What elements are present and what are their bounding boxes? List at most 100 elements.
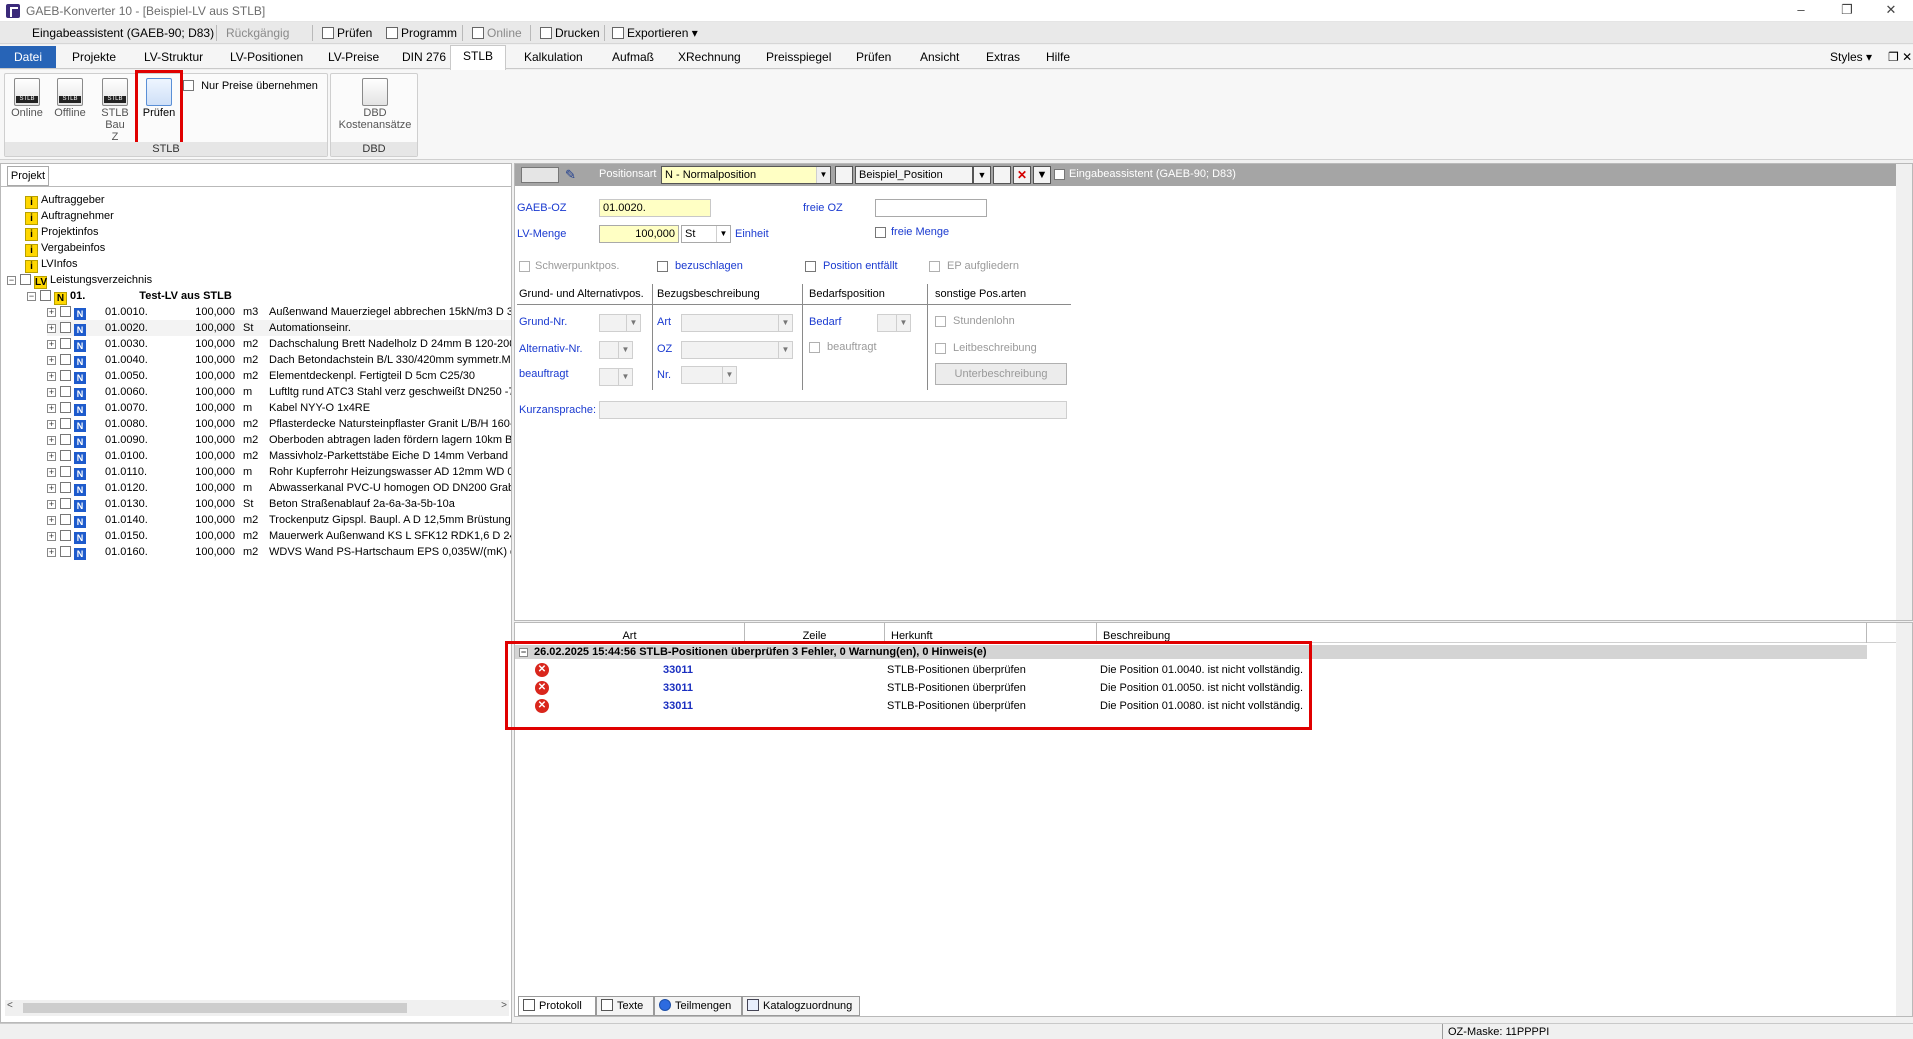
expand-icon[interactable]: +: [47, 404, 56, 413]
delete-icon[interactable]: ✕: [1013, 166, 1031, 184]
tab-datei[interactable]: Datei: [0, 46, 57, 68]
bedarf-select[interactable]: ▼: [877, 314, 911, 332]
expand-icon[interactable]: +: [47, 356, 56, 365]
tab-ansicht[interactable]: Ansicht: [912, 47, 967, 68]
positionsart-select[interactable]: N - Normalposition ▼: [661, 166, 831, 184]
freie-oz-input[interactable]: [875, 199, 987, 217]
tab-stlb[interactable]: STLB: [450, 45, 507, 71]
scroll-left-icon[interactable]: <: [7, 1000, 13, 1011]
export-button[interactable]: Exportieren ▾: [608, 24, 702, 42]
tree-checkbox[interactable]: [60, 498, 71, 509]
tab-pruefen[interactable]: Prüfen: [848, 47, 899, 68]
tab-projekte[interactable]: Projekte: [64, 47, 124, 68]
tab-lv-struktur[interactable]: LV-Struktur: [136, 47, 211, 68]
expand-icon[interactable]: +: [47, 388, 56, 397]
undo-button[interactable]: Rückgängig: [222, 24, 293, 42]
tree-checkbox[interactable]: [60, 402, 71, 413]
tree-row-position[interactable]: + N 01.0030. 100,000 m2 Dachschalung Brett Na…: [47, 336, 511, 352]
column-herkunft[interactable]: Herkunft: [885, 623, 1097, 643]
lv-menge-input[interactable]: 100,000: [599, 225, 679, 243]
stlb-bau-z-button[interactable]: STLB STLB Bau Z: [95, 78, 135, 143]
assistant-checkbox[interactable]: [1054, 169, 1065, 180]
tree-checkbox[interactable]: [60, 306, 71, 317]
tree-checkbox[interactable]: [60, 546, 71, 557]
tree-node-leistungsverzeichnis[interactable]: − LV Leistungsverzeichnis: [7, 272, 152, 289]
nr-select[interactable]: ▼: [681, 366, 737, 384]
stlb-offline-button[interactable]: STLB Offline: [49, 78, 91, 119]
expand-icon[interactable]: +: [47, 500, 56, 509]
tab-din-276[interactable]: DIN 276: [394, 47, 454, 68]
vertical-scrollbar[interactable]: [1896, 164, 1912, 620]
expand-icon[interactable]: +: [47, 372, 56, 381]
tree-row-position[interactable]: + N 01.0060. 100,000 m Luftltg rund ATC3 Stah…: [47, 384, 511, 400]
print-button[interactable]: Drucken: [536, 24, 604, 42]
tree-node-auftraggeber[interactable]: i Auftraggeber: [25, 192, 105, 209]
expand-icon[interactable]: +: [47, 468, 56, 477]
expand-icon[interactable]: +: [47, 340, 56, 349]
styles-dropdown[interactable]: Styles ▾: [1822, 47, 1880, 68]
template-select[interactable]: Beispiel_Position: [855, 166, 973, 184]
freie-menge-checkbox[interactable]: [875, 227, 886, 238]
tab-katalogzuordnung[interactable]: Katalogzuordnung: [742, 996, 860, 1016]
tree-row-position[interactable]: + N 01.0110. 100,000 m Rohr Kupferrohr Heizun…: [47, 464, 511, 480]
tree-row-position[interactable]: + N 01.0130. 100,000 St Beton Straßenablauf 2…: [47, 496, 511, 512]
document-icon[interactable]: [835, 166, 853, 184]
expand-icon[interactable]: +: [47, 548, 56, 557]
nur-preise-checkbox[interactable]: [183, 80, 194, 91]
tree-checkbox[interactable]: [60, 386, 71, 397]
tab-lv-positionen[interactable]: LV-Positionen: [222, 47, 311, 68]
unterbeschreibung-button[interactable]: Unterbeschreibung: [935, 363, 1067, 385]
assistant-dropdown[interactable]: Eingabeassistent (GAEB-90; D83): [28, 24, 218, 42]
tree-checkbox[interactable]: [60, 514, 71, 525]
check-button[interactable]: Prüfen: [318, 24, 376, 42]
tree-row-position[interactable]: + N 01.0150. 100,000 m2 Mauerwerk Außenwand K…: [47, 528, 511, 544]
tab-preisspiegel[interactable]: Preisspiegel: [758, 47, 839, 68]
tab-hilfe[interactable]: Hilfe: [1038, 47, 1078, 68]
tab-aufmass[interactable]: Aufmaß: [604, 47, 662, 68]
tab-teilmengen[interactable]: Teilmengen: [654, 996, 742, 1016]
stlb-online-button[interactable]: STLB Online: [9, 78, 45, 119]
filter-icon[interactable]: ▼: [1033, 166, 1051, 184]
column-beschreibung[interactable]: Beschreibung: [1097, 623, 1867, 643]
tree-checkbox[interactable]: [60, 418, 71, 429]
tab-xrechnung[interactable]: XRechnung: [670, 47, 749, 68]
tree-node-projektinfos[interactable]: i Projektinfos: [25, 224, 98, 241]
tree-checkbox[interactable]: [60, 322, 71, 333]
tree-checkbox[interactable]: [60, 370, 71, 381]
tab-projekt[interactable]: Projekt: [7, 166, 49, 186]
expand-icon[interactable]: +: [47, 516, 56, 525]
tree-checkbox[interactable]: [60, 354, 71, 365]
art-select[interactable]: ▼: [681, 314, 793, 332]
program-button[interactable]: Programm: [382, 24, 461, 42]
expand-icon[interactable]: +: [47, 420, 56, 429]
expand-icon[interactable]: +: [47, 532, 56, 541]
tree-row-position[interactable]: + N 01.0080. 100,000 m2 Pflasterdecke Naturst…: [47, 416, 511, 432]
tab-protokoll[interactable]: Protokoll: [518, 996, 596, 1016]
expand-icon[interactable]: +: [47, 436, 56, 445]
tree-row-position[interactable]: + N 01.0010. 100,000 m3 Außenwand Mauerziegel…: [47, 304, 511, 320]
tab-lv-preise[interactable]: LV-Preise: [320, 47, 387, 68]
alternativ-nr-select[interactable]: ▼: [599, 341, 633, 359]
leitbeschreibung-checkbox[interactable]: [935, 343, 946, 354]
dbd-kostenansaetze-button[interactable]: DBD Kostenansätze: [335, 78, 415, 131]
tree-checkbox[interactable]: [60, 482, 71, 493]
tree-checkbox[interactable]: [60, 338, 71, 349]
beauftragt-select[interactable]: ▼: [599, 368, 633, 386]
tree-checkbox[interactable]: [60, 450, 71, 461]
expand-icon[interactable]: +: [47, 484, 56, 493]
close-button[interactable]: ✕: [1868, 0, 1913, 22]
bezuschlagen-checkbox[interactable]: [657, 261, 668, 272]
bedarf-beauftragt-checkbox[interactable]: [809, 342, 820, 353]
vertical-scrollbar[interactable]: [1896, 623, 1912, 1016]
expand-icon[interactable]: +: [47, 324, 56, 333]
online-button[interactable]: Online: [468, 24, 526, 42]
tree-node-auftragnehmer[interactable]: i Auftragnehmer: [25, 208, 114, 225]
tree-checkbox[interactable]: [60, 530, 71, 541]
position-entfaellt-checkbox[interactable]: [805, 261, 816, 272]
edit-pen-icon[interactable]: ✎: [565, 167, 581, 183]
tree-row-position[interactable]: + N 01.0070. 100,000 m Kabel NYY-O 1x4RE: [47, 400, 511, 416]
tree-node-lvinfos[interactable]: i LVInfos: [25, 256, 78, 273]
tree-checkbox[interactable]: [40, 290, 51, 301]
collapse-icon[interactable]: −: [7, 276, 16, 285]
collapse-icon[interactable]: −: [27, 292, 36, 301]
